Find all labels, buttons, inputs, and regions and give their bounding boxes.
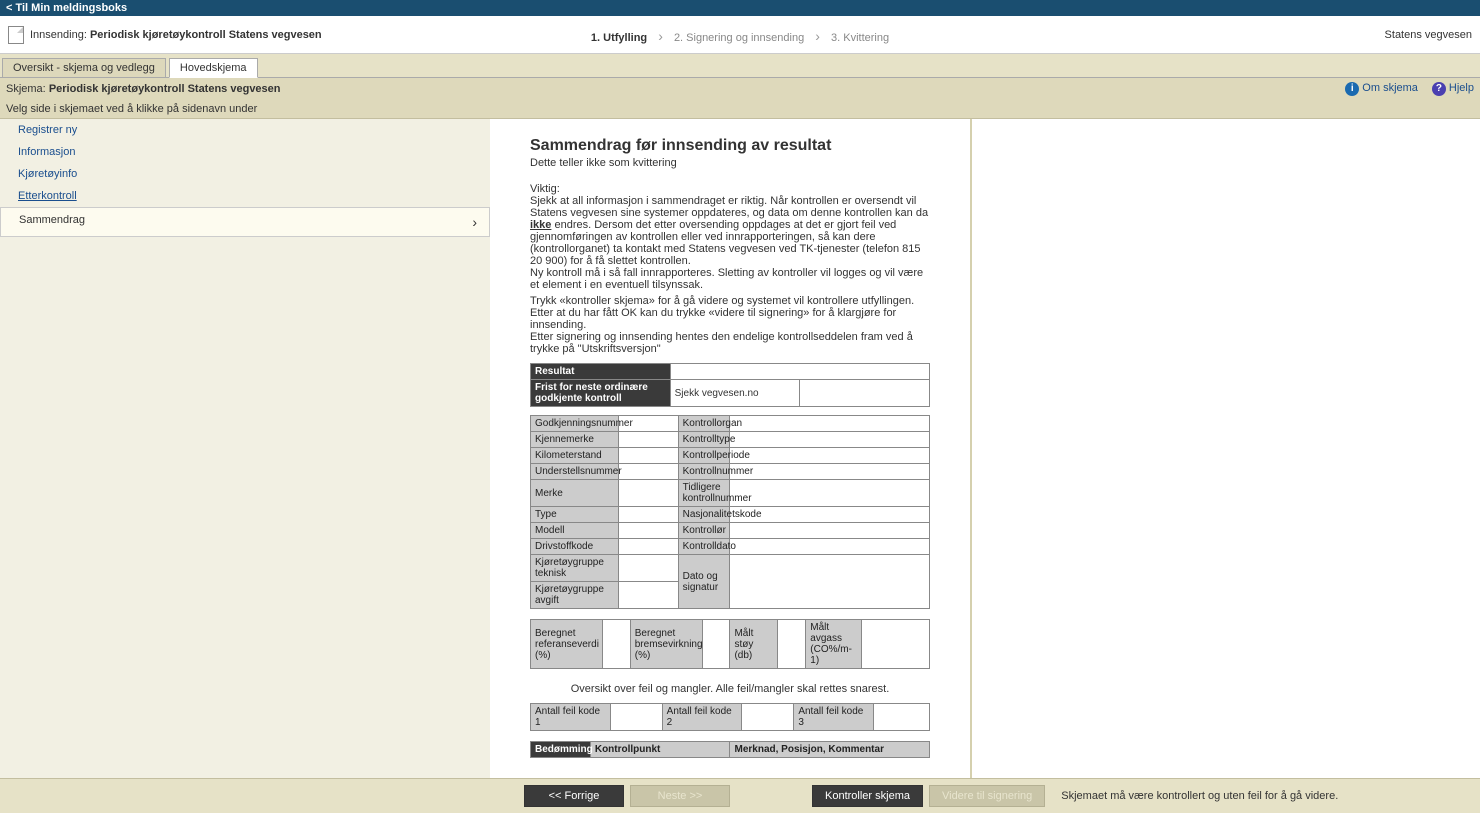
important-block: Viktig: Sjekk at all informasjon i samme…: [530, 183, 930, 291]
sidebar-item-kjoretoyinfo[interactable]: Kjøretøyinfo: [0, 163, 490, 185]
form-title: Skjema: Periodisk kjøretøykontroll State…: [6, 83, 281, 95]
chevron-right-icon: ›: [658, 28, 663, 44]
continue-signing-button: Videre til signering: [929, 785, 1045, 807]
tab-row: Oversikt - skjema og vedlegg Hovedskjema: [0, 54, 1480, 78]
help-icon: ?: [1432, 82, 1446, 96]
measure-table: Beregnet referanseverdi (%) Beregnet bre…: [530, 619, 930, 669]
instructions-block: Trykk «kontroller skjema» for å gå vider…: [530, 295, 930, 355]
sending-label: Innsending: Periodisk kjøretøykontroll S…: [30, 29, 322, 41]
chevron-right-icon: ›: [815, 28, 820, 44]
form-header: Skjema: Periodisk kjøretøykontroll State…: [0, 78, 1480, 100]
sidebar-item-etterkontroll[interactable]: Etterkontroll: [0, 185, 490, 207]
prev-button[interactable]: << Forrige: [524, 785, 624, 807]
check-form-button[interactable]: Kontroller skjema: [812, 785, 923, 807]
result-table: Resultat Frist for neste ordinære godkje…: [530, 363, 930, 407]
sidebar: Registrer ny Informasjon Kjøretøyinfo Et…: [0, 119, 490, 778]
content-area: Sammendrag før innsending av resultat De…: [490, 119, 970, 778]
next-button: Neste >>: [630, 785, 730, 807]
page-subtitle: Dette teller ikke som kvittering: [530, 157, 930, 169]
page-heading: Sammendrag før innsending av resultat: [530, 137, 930, 155]
bottom-message: Skjemaet må være kontrollert og uten fei…: [1061, 790, 1338, 802]
info-icon: i: [1345, 82, 1359, 96]
errors-overview-title: Oversikt over feil og mangler. Alle feil…: [530, 683, 930, 695]
help-link[interactable]: ?Hjelp: [1432, 82, 1474, 96]
result-label: Resultat: [531, 364, 671, 380]
tab-mainform[interactable]: Hovedskjema: [169, 58, 258, 78]
frist-label: Frist for neste ordinære godkjente kontr…: [531, 380, 671, 407]
frist-value: Sjekk vegvesen.no: [670, 380, 800, 407]
step-3: 3. Kvittering: [831, 32, 889, 44]
document-icon: [8, 26, 24, 44]
chevron-right-icon: ›: [472, 214, 477, 230]
instruction-text: Velg side i skjemaet ved å klikke på sid…: [0, 100, 1480, 119]
header: Innsending: Periodisk kjøretøykontroll S…: [0, 16, 1480, 54]
sidebar-item-informasjon[interactable]: Informasjon: [0, 141, 490, 163]
right-gutter: [970, 119, 1470, 778]
errors-header-table: Bedømming Kontrollpunkt Merknad, Posisjo…: [530, 741, 930, 758]
back-to-inbox-link[interactable]: < Til Min meldingsboks: [0, 0, 1480, 16]
error-counts-table: Antall feil kode 1 Antall feil kode 2 An…: [530, 703, 930, 731]
tab-overview[interactable]: Oversikt - skjema og vedlegg: [2, 58, 166, 78]
details-table: Godkjenningsnummer Kontrollorgan Kjennem…: [530, 415, 930, 609]
step-1: 1. Utfylling: [591, 32, 647, 44]
about-schema-link[interactable]: iOm skjema: [1345, 82, 1418, 96]
sidebar-item-sammendrag[interactable]: Sammendrag ›: [0, 207, 490, 237]
step-2: 2. Signering og innsending: [674, 32, 804, 44]
bottom-bar: << Forrige Neste >> Kontroller skjema Vi…: [0, 778, 1480, 813]
owner-label: Statens vegvesen: [1385, 29, 1472, 41]
sidebar-item-registrer[interactable]: Registrer ny: [0, 119, 490, 141]
